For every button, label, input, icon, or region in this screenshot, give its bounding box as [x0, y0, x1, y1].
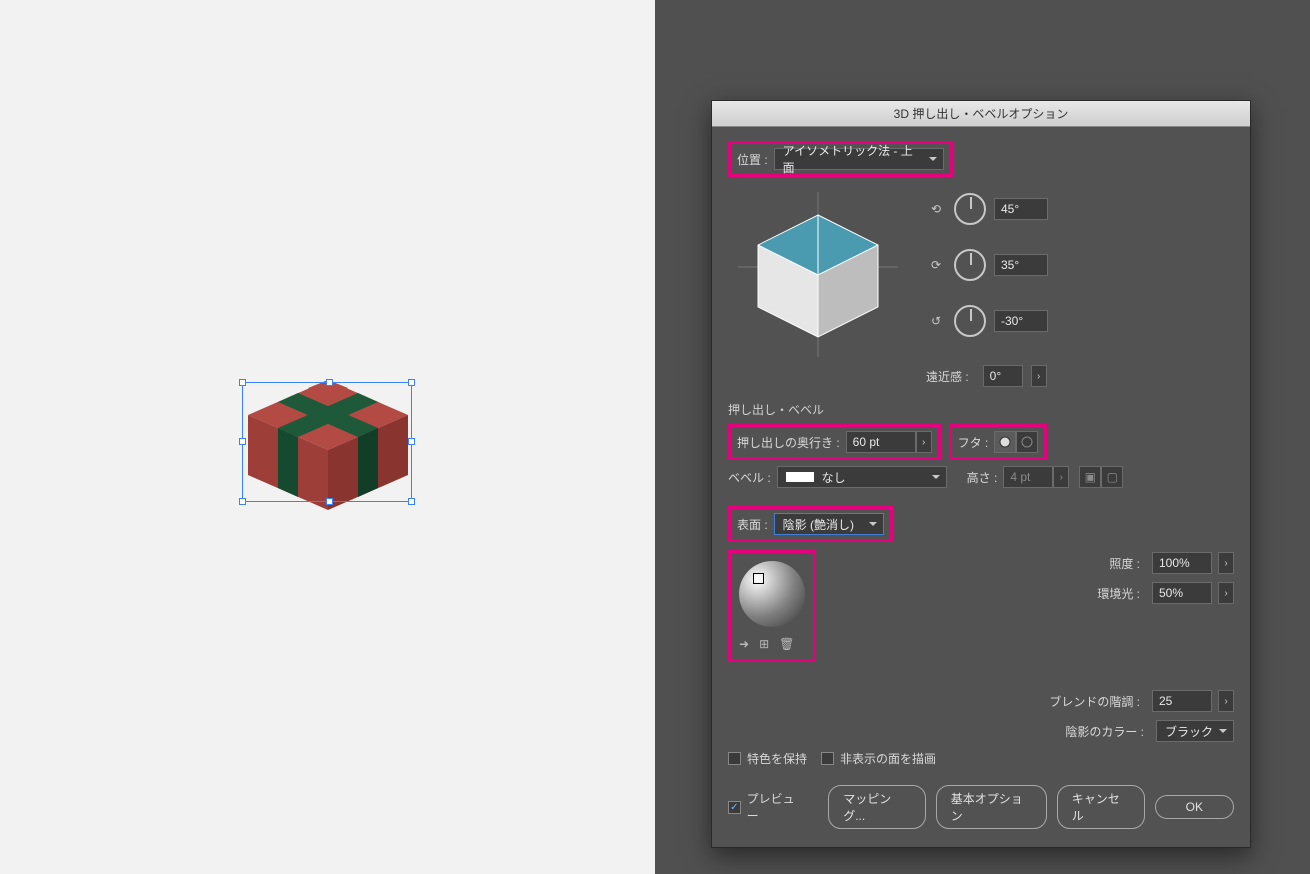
selection-box	[242, 382, 412, 502]
perspective-input[interactable]: 0°	[983, 365, 1023, 387]
ambient-label: 環境光 :	[1097, 585, 1140, 602]
light-sphere[interactable]	[739, 561, 805, 627]
angle-z-input[interactable]: -30°	[994, 310, 1048, 332]
handle-bc[interactable]	[326, 498, 333, 505]
handle-ml[interactable]	[239, 438, 246, 445]
bevel-label: ベベル :	[728, 469, 771, 486]
light-sphere-highlight: ➜ ⊞ 🗑	[728, 550, 816, 662]
extrude-depth-label: 押し出しの奥行き :	[737, 434, 840, 451]
shade-color-label: 陰影のカラー :	[1065, 723, 1144, 740]
light-back-icon[interactable]: ➜	[739, 637, 749, 651]
extrude-depth-input[interactable]: 60 pt	[846, 431, 916, 453]
mapping-button[interactable]: マッピング...	[828, 785, 926, 829]
side-panel: 3D 押し出し・ベベルオプション 位置 : アイソメトリック法 - 上面	[655, 0, 1310, 874]
gift-box-preview[interactable]	[248, 380, 408, 520]
extrude-depth-highlight: 押し出しの奥行き : 60 pt ›	[728, 424, 941, 460]
dialog-3d-extrude-bevel: 3D 押し出し・ベベルオプション 位置 : アイソメトリック法 - 上面	[711, 100, 1251, 848]
basic-options-button[interactable]: 基本オプション	[936, 785, 1047, 829]
rotate-x-icon: ⟲	[926, 199, 946, 219]
bevel-dropdown[interactable]: なし	[777, 466, 947, 488]
blend-spinner[interactable]: ›	[1218, 690, 1234, 712]
perspective-label: 遠近感 :	[926, 368, 969, 385]
handle-tr[interactable]	[408, 379, 415, 386]
handle-br[interactable]	[408, 498, 415, 505]
cap-highlight: フタ :	[949, 424, 1048, 460]
height-spinner: ›	[1053, 466, 1069, 488]
light-add-icon[interactable]: ⊞	[759, 637, 769, 651]
rotate-z-icon: ↺	[926, 311, 946, 331]
draw-hidden-checkbox[interactable]: 非表示の面を描画	[821, 750, 936, 767]
surface-highlight: 表面 : 陰影 (艶消し)	[728, 506, 893, 542]
position-dropdown[interactable]: アイソメトリック法 - 上面	[774, 148, 944, 170]
surface-label: 表面 :	[737, 516, 768, 533]
blend-label: ブレンドの階調 :	[1049, 693, 1140, 710]
canvas-area[interactable]	[0, 0, 655, 874]
position-highlight: 位置 : アイソメトリック法 - 上面	[728, 141, 953, 177]
cap-off-button[interactable]	[1016, 431, 1038, 453]
intensity-spinner[interactable]: ›	[1218, 552, 1234, 574]
rotation-cube[interactable]	[728, 187, 908, 362]
intensity-label: 照度 :	[1109, 555, 1140, 572]
cancel-button[interactable]: キャンセル	[1057, 785, 1145, 829]
cap-on-button[interactable]	[994, 431, 1016, 453]
handle-tc[interactable]	[326, 379, 333, 386]
perspective-spinner[interactable]: ›	[1031, 365, 1047, 387]
dial-x[interactable]	[954, 193, 986, 225]
angle-x-input[interactable]: 45°	[994, 198, 1048, 220]
cap-label: フタ :	[958, 434, 989, 451]
height-label: 高さ :	[967, 469, 998, 486]
dial-y[interactable]	[954, 249, 986, 281]
handle-mr[interactable]	[408, 438, 415, 445]
angle-y-input[interactable]: 35°	[994, 254, 1048, 276]
position-label: 位置 :	[737, 151, 768, 168]
dialog-title: 3D 押し出し・ベベルオプション	[712, 101, 1250, 127]
ambient-spinner[interactable]: ›	[1218, 582, 1234, 604]
handle-tl[interactable]	[239, 379, 246, 386]
shade-color-dropdown[interactable]: ブラック	[1156, 720, 1234, 742]
ambient-input[interactable]: 50%	[1152, 582, 1212, 604]
extrude-section-label: 押し出し・ベベル	[728, 401, 1234, 418]
rotate-y-icon: ⟳	[926, 255, 946, 275]
preserve-spot-checkbox[interactable]: 特色を保持	[728, 750, 807, 767]
preview-checkbox[interactable]: ✓ プレビュー	[728, 790, 804, 824]
intensity-input[interactable]: 100%	[1152, 552, 1212, 574]
height-input: 4 pt	[1003, 466, 1053, 488]
bevel-out-button: ▢	[1101, 466, 1123, 488]
extrude-depth-spinner[interactable]: ›	[916, 431, 932, 453]
dial-z[interactable]	[954, 305, 986, 337]
ok-button[interactable]: OK	[1155, 795, 1234, 819]
handle-bl[interactable]	[239, 498, 246, 505]
surface-dropdown[interactable]: 陰影 (艶消し)	[774, 513, 884, 535]
light-delete-icon: 🗑	[779, 637, 794, 651]
blend-input[interactable]: 25	[1152, 690, 1212, 712]
bevel-in-button: ▣	[1079, 466, 1101, 488]
